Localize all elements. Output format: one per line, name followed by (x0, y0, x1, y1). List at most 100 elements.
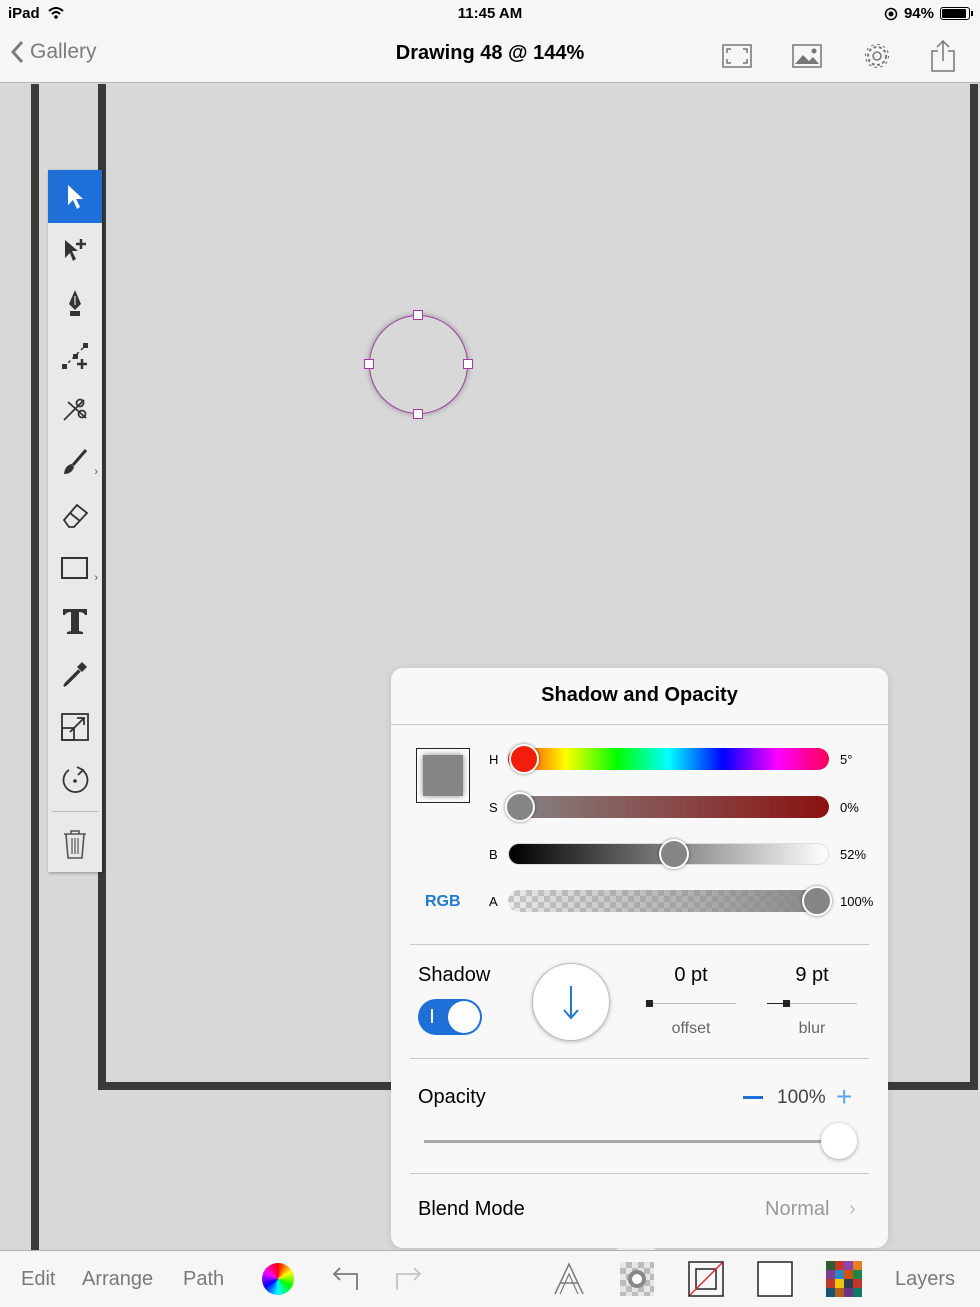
color-wheel-button[interactable] (262, 1259, 294, 1299)
delete-tool[interactable] (48, 817, 102, 870)
selection-handle-top[interactable] (413, 310, 423, 320)
gear-icon (864, 43, 890, 69)
section-divider (410, 1173, 869, 1174)
saturation-slider-knob[interactable] (505, 792, 535, 822)
brightness-label: B (489, 847, 498, 862)
settings-button[interactable] (860, 40, 894, 72)
offset-slider-track[interactable] (646, 1003, 736, 1004)
eyedropper-icon (63, 661, 87, 687)
stroke-icon (688, 1261, 724, 1297)
shape-tool[interactable]: › (48, 541, 102, 594)
text-style-button[interactable] (552, 1259, 586, 1299)
offset-slider-knob[interactable] (646, 1000, 653, 1007)
blur-caption: blur (798, 1020, 826, 1037)
rotate-tool[interactable] (48, 753, 102, 806)
swatches-button[interactable] (826, 1259, 862, 1299)
letter-a-icon (554, 1262, 584, 1295)
hue-slider-knob[interactable] (509, 744, 540, 774)
document-title: Drawing 48 @ 144% (395, 42, 585, 64)
image-button[interactable] (790, 40, 824, 72)
stroke-button[interactable] (688, 1259, 724, 1299)
color-wheel-icon (262, 1263, 294, 1295)
title-divider (391, 724, 888, 725)
opacity-slider[interactable] (424, 1140, 844, 1143)
chevron-right-icon[interactable]: › (849, 1198, 856, 1221)
fill-icon (757, 1261, 793, 1297)
blur-slider-knob[interactable] (783, 1000, 790, 1007)
alpha-slider[interactable] (508, 890, 829, 912)
shadow-label: Shadow (418, 964, 491, 986)
brush-icon (64, 448, 88, 474)
popover-title: Shadow and Opacity (541, 684, 738, 706)
path-points-icon (62, 342, 88, 369)
fill-button[interactable] (757, 1259, 793, 1299)
alpha-slider-knob[interactable] (802, 886, 832, 916)
opacity-decrease-button[interactable] (743, 1096, 763, 1099)
saturation-label: S (489, 800, 498, 815)
swatches-icon (826, 1261, 862, 1297)
section-divider (410, 944, 869, 945)
hue-value: 5° (840, 752, 853, 767)
scissors-tool[interactable] (48, 382, 102, 435)
undo-icon (332, 1267, 358, 1290)
scale-icon (61, 712, 89, 741)
blend-mode-value[interactable]: Normal (765, 1198, 829, 1221)
arrow-down-icon (563, 986, 579, 1020)
selection-handle-bottom[interactable] (413, 409, 423, 419)
status-time: 11:45 AM (457, 5, 523, 22)
toggle-knob (448, 1001, 480, 1033)
brightness-value: 52% (840, 847, 867, 862)
swatch-color (423, 755, 463, 796)
redo-button[interactable] (394, 1259, 424, 1299)
status-bar: iPad 11:45 AM 94% (0, 0, 980, 28)
add-point-tool[interactable] (48, 329, 102, 382)
selected-circle-shape[interactable] (369, 315, 468, 414)
hue-slider[interactable] (508, 748, 829, 770)
shadow-opacity-icon (620, 1262, 654, 1296)
rotate-icon (62, 765, 89, 793)
rgb-mode-button[interactable]: RGB (425, 893, 461, 911)
submenu-indicator-icon: › (94, 466, 98, 478)
fullscreen-button[interactable] (720, 40, 754, 72)
brush-tool[interactable]: › (48, 435, 102, 488)
nav-bar: Gallery Drawing 48 @ 144% (0, 28, 980, 83)
opacity-increase-button[interactable]: + (836, 1083, 852, 1111)
hue-label: H (489, 752, 499, 767)
path-menu-button[interactable]: Path (183, 1268, 224, 1291)
status-right: 94% (884, 5, 973, 22)
layers-button[interactable]: Layers (895, 1268, 955, 1291)
fullscreen-icon (722, 44, 752, 68)
shadow-opacity-button[interactable] (620, 1259, 654, 1299)
pen-tool[interactable] (48, 276, 102, 329)
offset-caption: offset (671, 1020, 711, 1037)
pointer-plus-icon (65, 238, 86, 261)
text-tool[interactable] (48, 594, 102, 647)
share-button[interactable] (926, 39, 960, 72)
image-icon (792, 44, 822, 68)
battery-icon (940, 7, 973, 20)
alpha-label: A (489, 894, 498, 909)
transform-tool[interactable] (48, 700, 102, 753)
opacity-slider-knob[interactable] (821, 1123, 857, 1159)
select-tool[interactable] (48, 170, 102, 223)
selection-handle-left[interactable] (364, 359, 374, 369)
shadow-offset-value: 0 pt (674, 964, 708, 986)
shadow-blur-value: 9 pt (795, 964, 829, 986)
orientation-lock-icon (884, 7, 898, 20)
saturation-slider[interactable] (508, 796, 829, 818)
shadow-direction-control[interactable] (532, 963, 610, 1041)
direct-select-tool[interactable] (48, 223, 102, 276)
shadow-toggle[interactable] (418, 999, 482, 1035)
eyedropper-tool[interactable] (48, 647, 102, 700)
scissors-icon (63, 398, 87, 421)
battery-percent: 94% (903, 5, 934, 22)
arrange-menu-button[interactable]: Arrange (82, 1268, 153, 1291)
rectangle-icon (61, 556, 88, 579)
undo-button[interactable] (330, 1259, 360, 1299)
edit-menu-button[interactable]: Edit (21, 1268, 55, 1291)
shadow-color-swatch[interactable] (416, 748, 470, 803)
selection-handle-right[interactable] (463, 359, 473, 369)
eraser-tool[interactable] (48, 488, 102, 541)
opacity-value: 100% (777, 1087, 826, 1108)
alpha-value: 100% (840, 894, 874, 909)
